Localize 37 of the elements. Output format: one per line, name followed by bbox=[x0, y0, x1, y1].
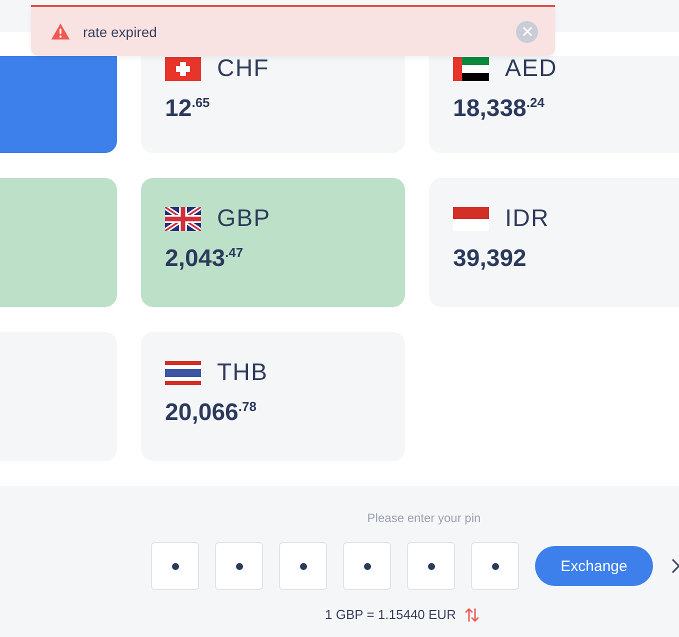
currency-code: CHF bbox=[217, 57, 270, 81]
union-jack-flag-icon bbox=[165, 207, 201, 231]
partial-card[interactable] bbox=[0, 56, 117, 153]
close-icon[interactable] bbox=[672, 559, 679, 573]
warning-icon bbox=[51, 23, 70, 40]
swap-icon[interactable] bbox=[464, 608, 479, 622]
exchange-button[interactable]: Exchange bbox=[535, 546, 653, 586]
currency-card[interactable]: IDR 39,392 bbox=[429, 178, 679, 307]
close-icon bbox=[522, 27, 532, 36]
uae-flag-icon bbox=[453, 57, 489, 81]
currency-amount: 39,392 bbox=[453, 245, 526, 273]
pin-digit-field[interactable] bbox=[343, 542, 391, 590]
currency-code: THB bbox=[217, 361, 268, 385]
pin-digit-field[interactable] bbox=[279, 542, 327, 590]
pin-digit-field[interactable] bbox=[215, 542, 263, 590]
partial-card[interactable] bbox=[0, 178, 117, 307]
currency-card[interactable]: CHF 12$^{.65}$ bbox=[141, 56, 405, 153]
currency-card[interactable]: AED 18,338$^{.24}$ bbox=[429, 56, 679, 153]
toast-message: rate expired bbox=[83, 24, 157, 40]
swiss-flag-icon bbox=[165, 57, 201, 81]
close-button[interactable] bbox=[516, 20, 538, 42]
currency-code: GBP bbox=[217, 207, 271, 231]
indonesia-flag-icon bbox=[453, 207, 489, 231]
pin-prompt: Please enter your pin bbox=[367, 511, 481, 525]
pin-digit-field[interactable] bbox=[407, 542, 455, 590]
currency-card[interactable]: GBP 2,043$^{.47}$ bbox=[141, 178, 405, 307]
currency-code: IDR bbox=[505, 207, 550, 231]
currency-amount: 18,338$^{.24}$ bbox=[453, 95, 544, 123]
exchange-rate: 1 GBP = 1.15440 EUR bbox=[325, 607, 456, 623]
currency-amount: 2,043$^{.47}$ bbox=[165, 245, 244, 273]
currency-amount: 20,066$^{.78}$ bbox=[165, 399, 256, 427]
currency-amount: 12$^{.65}$ bbox=[165, 95, 210, 123]
thailand-flag-icon bbox=[165, 361, 201, 385]
pin-digit-field[interactable] bbox=[151, 542, 199, 590]
currency-card[interactable]: THB 20,066$^{.78}$ bbox=[141, 332, 405, 461]
pin-digit-field[interactable] bbox=[471, 542, 519, 590]
currency-code: AED bbox=[505, 57, 558, 81]
